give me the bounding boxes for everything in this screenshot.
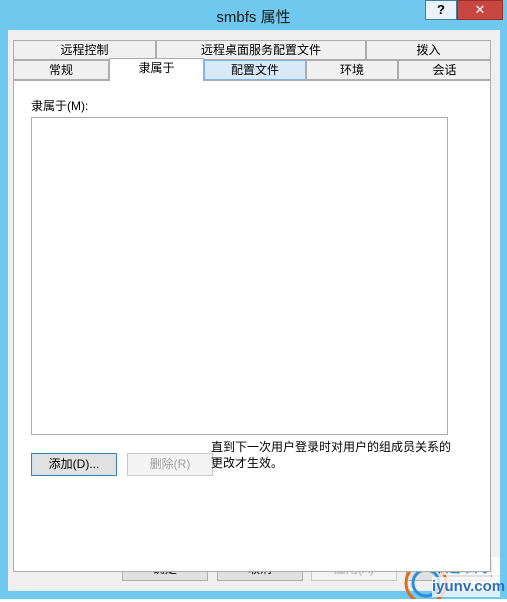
tab-remote-control[interactable]: 远程控制 — [13, 40, 156, 60]
tab-rds-profile[interactable]: 远程桌面服务配置文件 — [156, 40, 366, 60]
watermark-text-url: iyunv.com — [432, 578, 506, 595]
member-of-panel: 隶属于(M): 添加(D)... 删除(R) 直到下一次用户登录时对用户的组成员… — [13, 80, 491, 572]
title-bar[interactable]: smbfs 属性 ? ✕ — [0, 0, 507, 30]
tab-environment[interactable]: 环境 — [306, 60, 398, 80]
tab-general[interactable]: 常规 — [13, 60, 109, 80]
add-button[interactable]: 添加(D)... — [31, 453, 117, 476]
tab-dial-in[interactable]: 拨入 — [366, 40, 491, 60]
membership-change-note: 直到下一次用户登录时对用户的组成员关系的更改才生效。 — [211, 440, 452, 470]
properties-window: smbfs 属性 ? ✕ 远程控制 远程桌面服务配置文件 拨入 常规 隶属于 配… — [0, 0, 507, 602]
tab-sessions[interactable]: 会话 — [398, 60, 491, 80]
member-of-list[interactable] — [31, 117, 448, 435]
tab-member-of[interactable]: 隶属于 — [109, 58, 204, 81]
tab-profile[interactable]: 配置文件 — [204, 60, 306, 80]
close-button[interactable]: ✕ — [457, 0, 503, 20]
dialog-client-area: 远程控制 远程桌面服务配置文件 拨入 常规 隶属于 配置文件 环境 会话 隶属于… — [8, 30, 500, 591]
help-title-button[interactable]: ? — [425, 0, 457, 20]
member-of-label: 隶属于(M): — [31, 99, 89, 113]
remove-button[interactable]: 删除(R) — [127, 453, 213, 476]
